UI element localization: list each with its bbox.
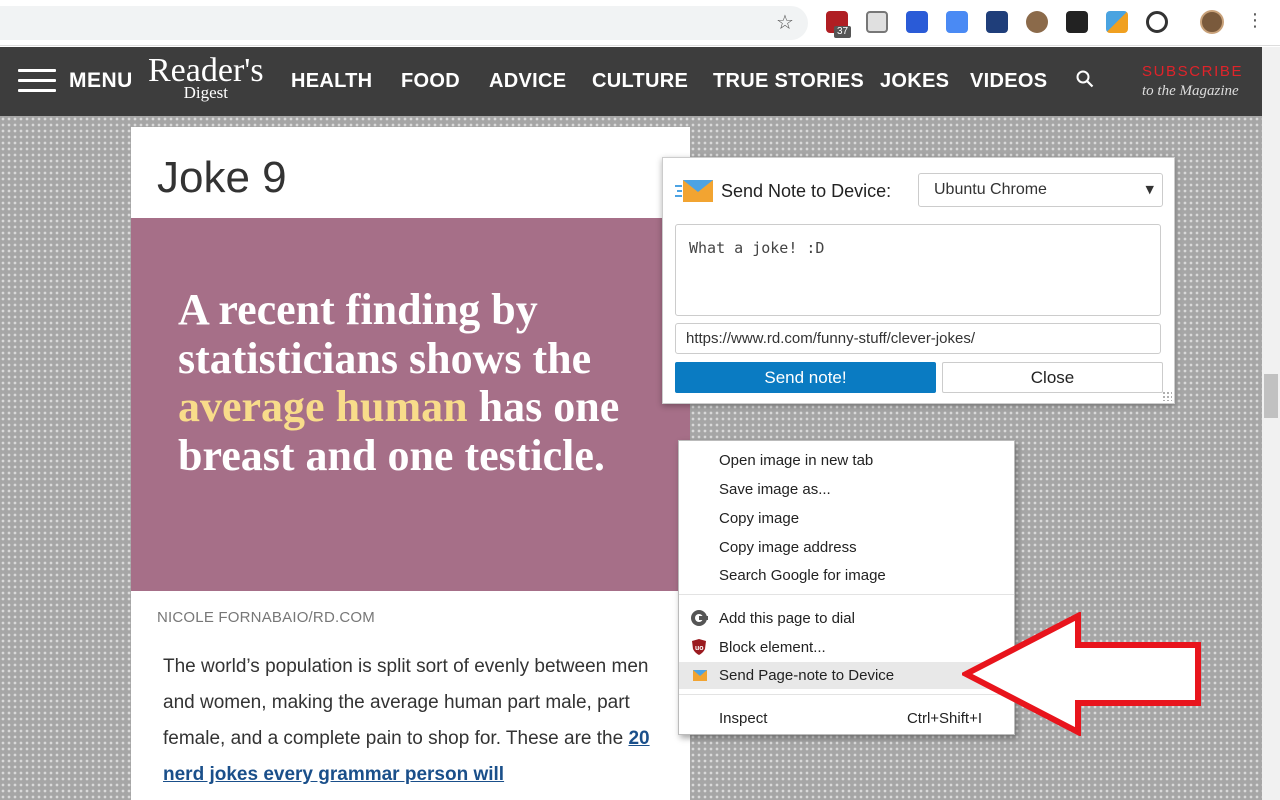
- speed-dial-extension-icon[interactable]: [1146, 11, 1168, 33]
- svg-text:uo: uo: [695, 645, 704, 652]
- joke-text: A recent finding by statisticians shows …: [178, 285, 668, 480]
- ctx-open-image-new-tab[interactable]: Open image in new tab: [679, 447, 1014, 474]
- joke-line-1: A recent finding by: [178, 285, 538, 334]
- joke-highlight: average human: [178, 382, 468, 431]
- cookie-extension-icon[interactable]: [1026, 11, 1048, 33]
- speed-dial-icon: [691, 610, 708, 626]
- popup-label: Send Note to Device:: [721, 181, 892, 201]
- send-note-envelope-icon: [693, 670, 707, 681]
- profile-avatar[interactable]: [1200, 10, 1224, 34]
- ctx-copy-image-address[interactable]: Copy image address: [679, 534, 1014, 561]
- joke-title: Joke 9: [157, 153, 287, 202]
- ctx-search-google-image[interactable]: Search Google for image: [679, 562, 1014, 589]
- close-button[interactable]: Close: [942, 362, 1163, 393]
- note-textarea[interactable]: What a joke! :D: [675, 224, 1161, 316]
- ctx-separator: [679, 594, 1014, 595]
- note-text: What a joke! :D: [689, 239, 825, 257]
- scrollbar-thumb[interactable]: [1264, 374, 1278, 418]
- url-text: https://www.rd.com/funny-stuff/clever-jo…: [686, 330, 975, 347]
- grid-extension-icon[interactable]: [866, 11, 888, 33]
- search-icon[interactable]: [1076, 70, 1094, 88]
- nav-health[interactable]: HEALTH: [291, 70, 372, 93]
- joke-line-2: statisticians shows the: [178, 333, 592, 383]
- subscribe-subtitle: to the Magazine: [1142, 83, 1239, 99]
- nav-jokes[interactable]: JOKES: [880, 70, 949, 93]
- ctx-copy-image[interactable]: Copy image: [679, 505, 1014, 532]
- resize-grip-icon[interactable]: [1162, 391, 1172, 401]
- browser-menu-icon[interactable]: ⋮: [1246, 10, 1264, 32]
- translate-extension-icon[interactable]: [946, 11, 968, 33]
- joke-line-3: has one: [467, 382, 620, 431]
- address-bar[interactable]: [0, 6, 808, 40]
- nav-true-stories[interactable]: TRUE STORIES: [713, 70, 864, 93]
- scrollbar-track[interactable]: [1262, 47, 1280, 800]
- send-note-envelope-icon: [675, 180, 713, 202]
- tampermonkey-extension-icon[interactable]: [1066, 11, 1088, 33]
- nav-videos[interactable]: VIDEOS: [970, 70, 1047, 93]
- send-note-extension-icon[interactable]: [1106, 11, 1128, 33]
- nav-advice[interactable]: ADVICE: [489, 70, 566, 93]
- ctx-save-image-as[interactable]: Save image as...: [679, 476, 1014, 503]
- nav-culture[interactable]: CULTURE: [592, 70, 688, 93]
- video-extension-icon[interactable]: [986, 11, 1008, 33]
- joke-line-4: breast and one testicle.: [178, 430, 605, 480]
- red-arrow-annotation: [962, 612, 1201, 736]
- send-tab-extension-icon[interactable]: [906, 11, 928, 33]
- menu-button[interactable]: MENU: [69, 69, 133, 93]
- ublock-shield-icon: uo: [692, 639, 706, 655]
- send-note-popup: Send Note to Device: Ubuntu Chrome ▼ Wha…: [662, 157, 1175, 404]
- extension-badge: 37: [834, 26, 852, 38]
- subscribe-link[interactable]: SUBSCRIBE: [1142, 63, 1243, 80]
- joke-image[interactable]: A recent finding by statisticians shows …: [131, 218, 690, 591]
- bookmark-star-icon[interactable]: ☆: [776, 10, 794, 34]
- site-header: MENU Reader's Digest HEALTH FOOD ADVICE …: [0, 47, 1262, 116]
- article-body-text: The world’s population is split sort of …: [163, 656, 649, 749]
- device-select[interactable]: Ubuntu Chrome ▼: [918, 173, 1163, 207]
- article: Joke 9 A recent finding by statisticians…: [131, 127, 690, 800]
- site-logo[interactable]: Reader's Digest: [148, 54, 264, 102]
- article-body: The world’s population is split sort of …: [163, 649, 668, 793]
- send-note-button[interactable]: Send note!: [675, 362, 936, 393]
- nav-food[interactable]: FOOD: [401, 70, 460, 93]
- hamburger-menu-icon[interactable]: [18, 69, 56, 93]
- url-input[interactable]: https://www.rd.com/funny-stuff/clever-jo…: [675, 323, 1161, 354]
- device-select-value: Ubuntu Chrome: [934, 181, 1047, 198]
- browser-toolbar: ☆ 37 ⋮: [0, 0, 1280, 46]
- image-credit: NICOLE FORNABAIO/RD.COM: [157, 609, 375, 626]
- dropdown-arrow-icon: ▼: [1145, 183, 1154, 196]
